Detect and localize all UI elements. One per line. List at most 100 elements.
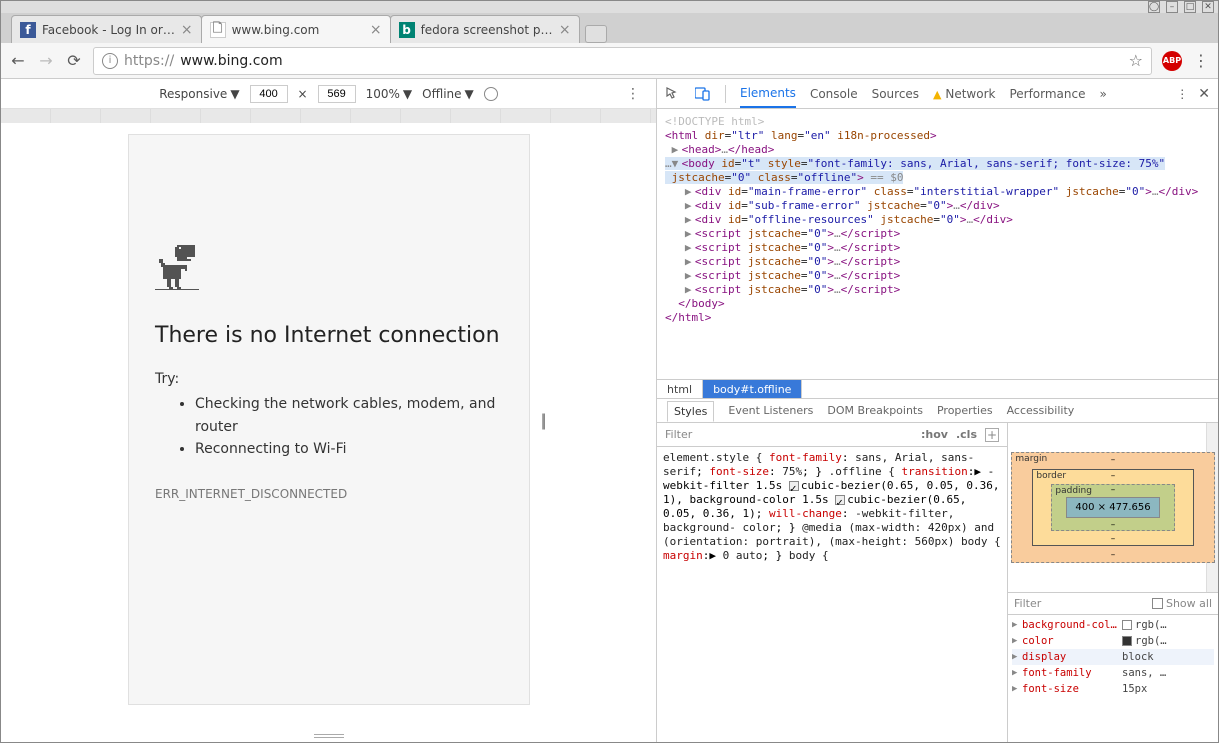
suggestion-list: Checking the network cables, modem, and … xyxy=(155,393,503,460)
new-rule-button[interactable]: + xyxy=(985,428,999,442)
devtools-menu-button[interactable]: ⋮ xyxy=(1176,87,1188,101)
favicon-icon: f xyxy=(20,22,36,38)
address-bar[interactable]: i https:// www.bing.com ☆ xyxy=(93,47,1152,75)
suggestion-item: Reconnecting to Wi-Fi xyxy=(195,438,503,460)
computed-row: ▶displayblock xyxy=(1012,649,1214,665)
computed-list[interactable]: ▶background-colo…rgb(… ▶colorrgb(… ▶disp… xyxy=(1008,615,1218,742)
margin-label: margin xyxy=(1015,454,1047,464)
computed-row: ▶font-size15px xyxy=(1012,681,1214,697)
offline-heading: There is no Internet connection xyxy=(155,323,503,349)
adblock-icon[interactable]: ABP xyxy=(1162,51,1182,71)
throttle-select[interactable]: Offline ▼ xyxy=(422,87,474,101)
tab-network[interactable]: ▲ Network xyxy=(933,87,995,101)
box-content: 400 × 477.656 xyxy=(1066,497,1159,518)
browser-toolbar: ← → ⟳ i https:// www.bing.com ☆ ABP ⋮ xyxy=(1,43,1218,79)
url-host: www.bing.com xyxy=(180,53,282,69)
styles-tabs: Styles Event Listeners DOM Breakpoints P… xyxy=(657,399,1218,423)
styles-tab-styles[interactable]: Styles xyxy=(667,401,714,422)
chrome-menu-button[interactable]: ⋮ xyxy=(1192,51,1210,70)
tab-close-icon[interactable]: × xyxy=(553,22,571,38)
breadcrumb-item[interactable]: body#t.offline xyxy=(703,380,802,398)
minimize-button[interactable]: – xyxy=(1166,1,1178,13)
tab-title: www.bing.com xyxy=(232,23,364,37)
site-info-icon[interactable]: i xyxy=(102,53,118,69)
window-titlebar: ◯ – □ ✕ xyxy=(1,1,1218,13)
device-select[interactable]: Responsive ▼ xyxy=(159,87,239,101)
box-model[interactable]: margin –– border –– padding –– 400 × 477… xyxy=(1008,423,1218,593)
filter-input[interactable]: Filter xyxy=(665,428,692,441)
favicon-icon: 🗋 xyxy=(210,22,226,38)
bookmark-star-icon[interactable]: ☆ xyxy=(1129,51,1143,70)
styles-tab-accessibility[interactable]: Accessibility xyxy=(1007,404,1075,417)
device-toggle-icon[interactable] xyxy=(695,86,711,102)
hov-toggle[interactable]: :hov xyxy=(921,428,948,441)
styles-tab-properties[interactable]: Properties xyxy=(937,404,993,417)
computed-pane: margin –– border –– padding –– 400 × 477… xyxy=(1008,423,1218,742)
height-input[interactable] xyxy=(318,85,356,103)
computed-row: ▶font-familysans, … xyxy=(1012,665,1214,681)
browser-window: ◯ – □ ✕ f Facebook - Log In or… × 🗋 www.… xyxy=(0,0,1219,743)
device-menu-button[interactable]: ⋮ xyxy=(626,86,640,102)
back-button[interactable]: ← xyxy=(9,52,27,70)
styles-pane: Filter :hov .cls + element.style { font-… xyxy=(657,423,1008,742)
styles-tab-eventlisteners[interactable]: Event Listeners xyxy=(728,404,813,417)
styles-tab-dombreakpoints[interactable]: DOM Breakpoints xyxy=(827,404,923,417)
breadcrumb-item[interactable]: html xyxy=(657,380,703,398)
favicon-icon: b xyxy=(399,22,415,38)
forward-button[interactable]: → xyxy=(37,52,55,70)
suggestion-item: Checking the network cables, modem, and … xyxy=(195,393,503,438)
new-tab-button[interactable] xyxy=(585,25,607,43)
devtools-pane: Elements Console Sources ▲ Network Perfo… xyxy=(657,79,1218,742)
emulated-viewport: There is no Internet connection Try: Che… xyxy=(129,135,529,704)
offline-page: There is no Internet connection Try: Che… xyxy=(129,135,529,501)
reload-button[interactable]: ⟳ xyxy=(65,52,83,70)
devtools-tabs: Elements Console Sources ▲ Network Perfo… xyxy=(657,79,1218,109)
lower-panels: Filter :hov .cls + element.style { font-… xyxy=(657,423,1218,742)
computed-filter-input[interactable]: Filter xyxy=(1014,597,1041,610)
computed-row: ▶background-colo…rgb(… xyxy=(1012,617,1214,633)
tabs-overflow-icon[interactable]: » xyxy=(1100,87,1107,101)
padding-label: padding xyxy=(1055,486,1092,496)
breadcrumb-bar: html body#t.offline xyxy=(657,379,1218,399)
tab-strip: f Facebook - Log In or… × 🗋 www.bing.com… xyxy=(1,13,1218,43)
device-emulation-pane: Responsive ▼ × 100% ▼ Offline ▼ ⋮ ↙2 xyxy=(1,79,657,742)
dim-separator: × xyxy=(298,87,308,101)
tab-title: fedora screenshot p… xyxy=(421,23,553,37)
browser-tab[interactable]: f Facebook - Log In or… × xyxy=(11,15,202,43)
devtools-close-button[interactable]: ✕ xyxy=(1198,86,1210,102)
content-area: Responsive ▼ × 100% ▼ Offline ▼ ⋮ ↙2 xyxy=(1,79,1218,742)
width-input[interactable] xyxy=(250,85,288,103)
rotate-icon[interactable] xyxy=(484,87,498,101)
resize-handle-bottom[interactable] xyxy=(314,734,344,738)
show-all-checkbox[interactable]: Show all xyxy=(1152,597,1212,610)
resize-handle-right[interactable]: || xyxy=(540,410,543,429)
browser-tab[interactable]: 🗋 www.bing.com × xyxy=(201,15,391,43)
dino-icon[interactable] xyxy=(155,245,199,293)
try-label: Try: xyxy=(155,371,503,387)
styles-body[interactable]: element.style { font-family: sans, Arial… xyxy=(657,447,1007,742)
border-label: border xyxy=(1036,471,1066,481)
zoom-select[interactable]: 100% ▼ xyxy=(366,87,413,101)
cls-toggle[interactable]: .cls xyxy=(956,428,977,441)
tab-close-icon[interactable]: × xyxy=(175,22,193,38)
tab-sources[interactable]: Sources xyxy=(872,87,919,101)
tab-title: Facebook - Log In or… xyxy=(42,23,175,37)
device-toolbar: Responsive ▼ × 100% ▼ Offline ▼ ⋮ ↙2 xyxy=(1,79,656,109)
tab-close-icon[interactable]: × xyxy=(364,22,382,38)
url-scheme: https:// xyxy=(124,53,174,69)
tab-console[interactable]: Console xyxy=(810,87,858,101)
computed-row: ▶colorrgb(… xyxy=(1012,633,1214,649)
close-window-button[interactable]: ✕ xyxy=(1202,1,1214,13)
inspect-element-icon[interactable] xyxy=(665,86,681,102)
tab-elements[interactable]: Elements xyxy=(740,86,796,108)
ruler-horizontal xyxy=(1,109,656,123)
emulated-viewport-area: There is no Internet connection Try: Che… xyxy=(1,109,656,742)
maximize-button[interactable]: □ xyxy=(1184,1,1196,13)
browser-tab[interactable]: b fedora screenshot p… × xyxy=(390,15,580,43)
user-icon[interactable]: ◯ xyxy=(1148,1,1160,13)
dom-tree[interactable]: <!DOCTYPE html> <html dir="ltr" lang="en… xyxy=(657,109,1218,379)
computed-filter-bar: Filter Show all xyxy=(1008,593,1218,615)
error-code: ERR_INTERNET_DISCONNECTED xyxy=(155,487,503,501)
styles-filter-bar: Filter :hov .cls + xyxy=(657,423,1007,447)
tab-performance[interactable]: Performance xyxy=(1009,87,1085,101)
